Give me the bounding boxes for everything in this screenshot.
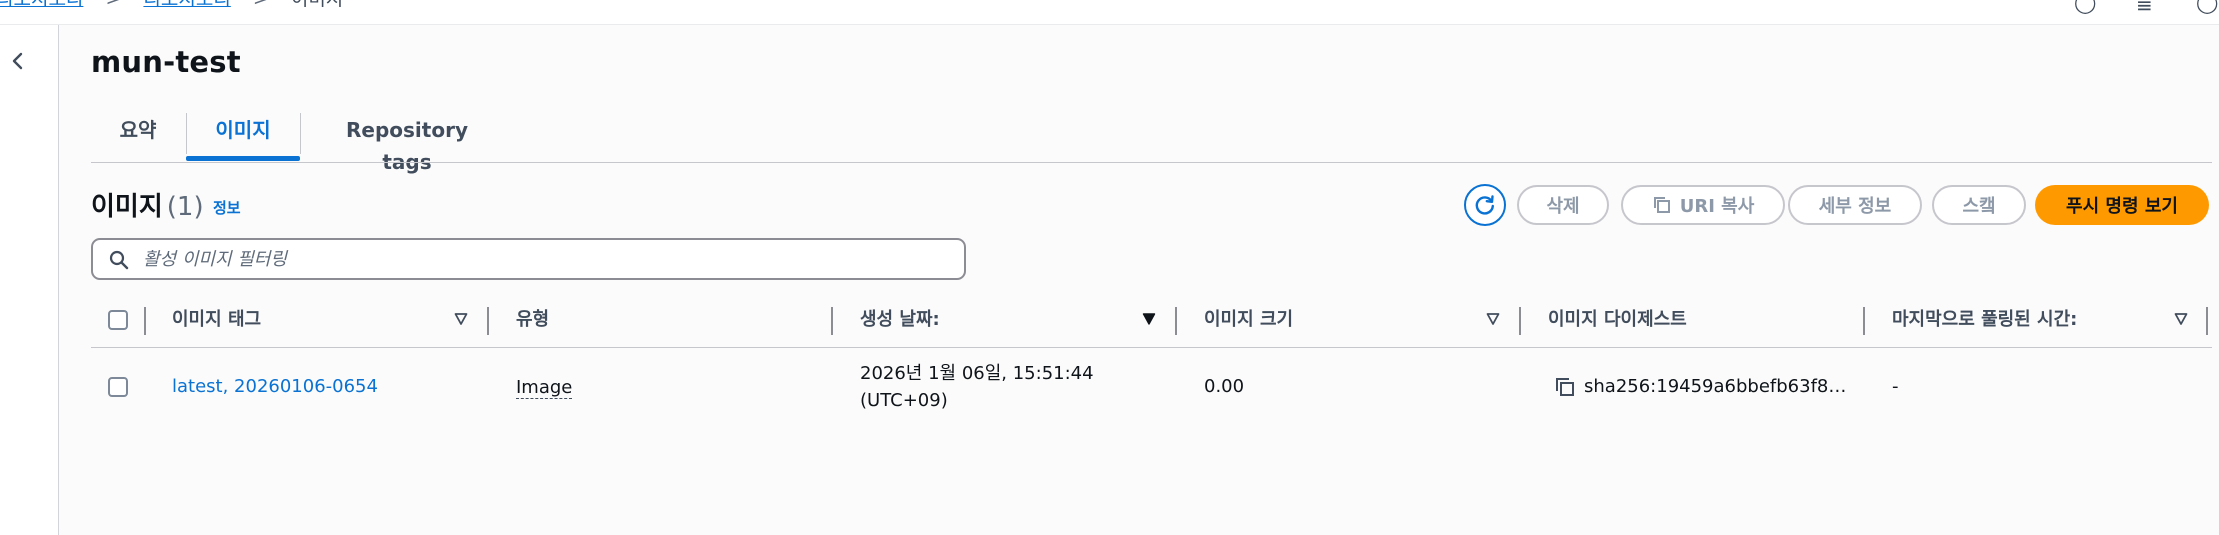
column-header-image-tag[interactable]: 이미지 태그	[172, 307, 261, 333]
tabs-divider-line	[91, 162, 2212, 163]
scan-button[interactable]: 스캨	[1932, 185, 2026, 225]
column-divider	[1175, 307, 1177, 335]
tab-summary[interactable]: 요약	[116, 114, 160, 162]
info-circle-icon[interactable]: ◯	[2074, 0, 2096, 14]
column-divider	[1863, 307, 1865, 335]
row-type-label[interactable]: Image	[516, 377, 573, 399]
copy-digest-icon[interactable]	[1554, 376, 1576, 398]
section-title: 이미지	[91, 192, 163, 222]
tab-repository-tags[interactable]: Repository tags	[322, 114, 492, 174]
row-created-date: 2026년 1월 06일, 15:51:44 (UTC+09)	[860, 360, 1094, 414]
search-icon	[109, 250, 129, 270]
breadcrumb-link-registry[interactable]: 리포지토리	[0, 0, 83, 10]
help-circle-icon[interactable]: ◯	[2196, 0, 2218, 14]
row-type: Image	[516, 374, 573, 401]
row-image-tags-link[interactable]: latest, 20260106-0654	[172, 373, 378, 400]
breadcrumb-current: 이미지	[291, 0, 343, 10]
table-header-line	[91, 347, 2212, 348]
page-title: mun-test	[91, 45, 241, 79]
column-header-type[interactable]: 유형	[516, 307, 549, 333]
view-push-commands-label: 푸시 명령 보기	[2066, 196, 2178, 217]
section-header: 이미지 (1)	[91, 186, 204, 223]
chevron-left-icon[interactable]	[8, 51, 28, 71]
column-divider	[487, 307, 489, 335]
row-last-pulled: -	[1892, 376, 1899, 397]
breadcrumb: 리포지토리 > 리포지토리 > 이미지	[0, 0, 343, 10]
details-button[interactable]: 세부 정보	[1788, 185, 1922, 225]
info-link[interactable]: 정보	[213, 197, 241, 218]
column-header-image-size[interactable]: 이미지 크기	[1204, 307, 1293, 333]
row-select-checkbox[interactable]	[108, 377, 128, 397]
tab-divider	[300, 113, 301, 154]
breadcrumb-separator: >	[253, 0, 269, 10]
view-push-commands-button[interactable]: 푸시 명령 보기	[2035, 185, 2209, 225]
item-count: (1)	[166, 192, 204, 222]
top-bar: 리포지토리 > 리포지토리 > 이미지 ◯ ≡ ◯	[0, 0, 2219, 25]
active-tab-indicator	[186, 156, 300, 161]
breadcrumb-link-repository[interactable]: 리포지토리	[143, 0, 230, 10]
side-navigation-collapsed	[0, 25, 59, 535]
delete-button-label: 삭제	[1546, 196, 1580, 217]
sort-triangle-icon[interactable]	[2174, 312, 2188, 326]
sort-descending-icon[interactable]	[1142, 312, 1156, 326]
filter-input[interactable]	[141, 246, 941, 272]
column-divider	[144, 307, 146, 335]
row-created-date-line1: 2026년 1월 06일, 15:51:44	[860, 363, 1094, 384]
column-divider	[2206, 307, 2208, 335]
refresh-icon	[1475, 195, 1494, 215]
sort-triangle-icon[interactable]	[454, 312, 468, 326]
refresh-button[interactable]	[1464, 184, 1506, 226]
details-button-label: 세부 정보	[1818, 196, 1892, 217]
column-divider	[831, 307, 833, 335]
column-header-last-pulled[interactable]: 마지막으로 풀링된 시간:	[1892, 307, 2077, 333]
row-created-date-line2: (UTC+09)	[860, 390, 948, 411]
column-header-created-date[interactable]: 생성 날짜:	[860, 307, 940, 333]
select-all-checkbox[interactable]	[108, 310, 128, 330]
column-header-image-digest[interactable]: 이미지 다이제스트	[1548, 307, 1687, 333]
row-image-digest: sha256:19459a6bbefb63f8…	[1584, 376, 1847, 397]
scan-button-label: 스캨	[1962, 196, 1996, 217]
sort-triangle-icon[interactable]	[1486, 312, 1500, 326]
filter-search-box[interactable]	[91, 238, 966, 280]
row-image-size: 0.00	[1204, 376, 1245, 397]
copy-uri-label: URI 복사	[1679, 196, 1755, 217]
settings-sliders-icon[interactable]: ≡	[2136, 0, 2153, 17]
tab-images[interactable]: 이미지	[186, 114, 300, 162]
column-divider	[1519, 307, 1521, 335]
copy-icon	[1653, 197, 1670, 213]
delete-button[interactable]: 삭제	[1517, 185, 1609, 225]
copy-uri-button[interactable]: URI 복사	[1621, 185, 1785, 225]
breadcrumb-separator: >	[105, 0, 121, 10]
